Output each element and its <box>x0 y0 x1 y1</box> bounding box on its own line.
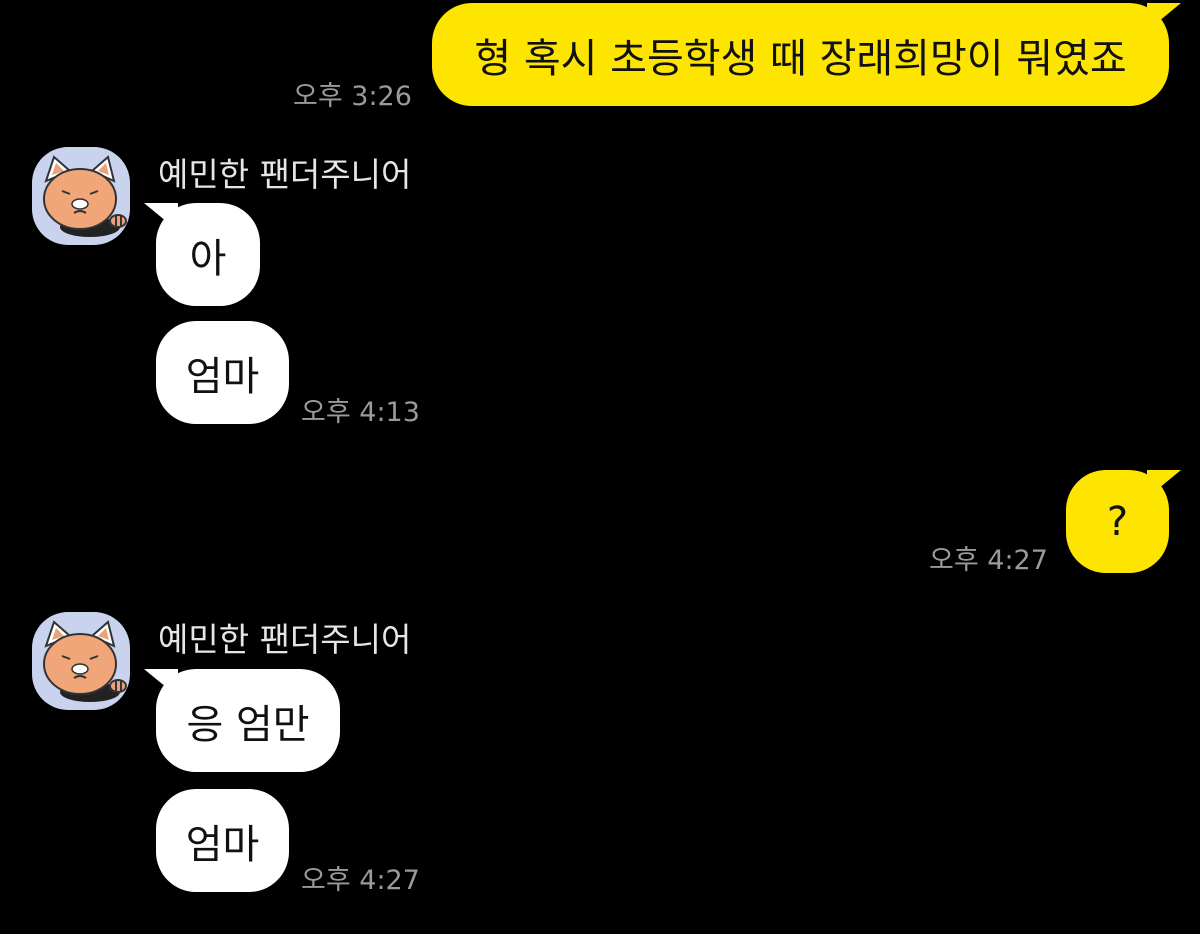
red-panda-avatar-icon[interactable] <box>32 147 130 245</box>
received-message-bubble[interactable]: 아 <box>156 203 260 306</box>
sent-message-bubble[interactable]: ? <box>1066 470 1169 573</box>
message-timestamp: 오후 4:13 <box>301 397 420 428</box>
message-timestamp: 오후 3:26 <box>293 81 412 112</box>
message-timestamp: 오후 4:27 <box>929 545 1048 576</box>
message-timestamp: 오후 4:27 <box>301 865 420 896</box>
red-panda-avatar-icon[interactable] <box>32 612 130 710</box>
sent-message-bubble[interactable]: 형 혹시 초등학생 때 장래희망이 뭐였죠 <box>432 3 1169 106</box>
received-message-bubble[interactable]: 엄마 <box>156 321 289 424</box>
received-message-bubble[interactable]: 엄마 <box>156 789 289 892</box>
sender-name: 예민한 팬더주니어 <box>158 620 412 659</box>
received-message-bubble[interactable]: 응 엄만 <box>156 669 340 772</box>
sender-name: 예민한 팬더주니어 <box>158 155 412 194</box>
chat-area: 오후 3:26 형 혹시 초등학생 때 장래희망이 뭐였죠 예민한 팬더주니어 … <box>0 0 1200 934</box>
